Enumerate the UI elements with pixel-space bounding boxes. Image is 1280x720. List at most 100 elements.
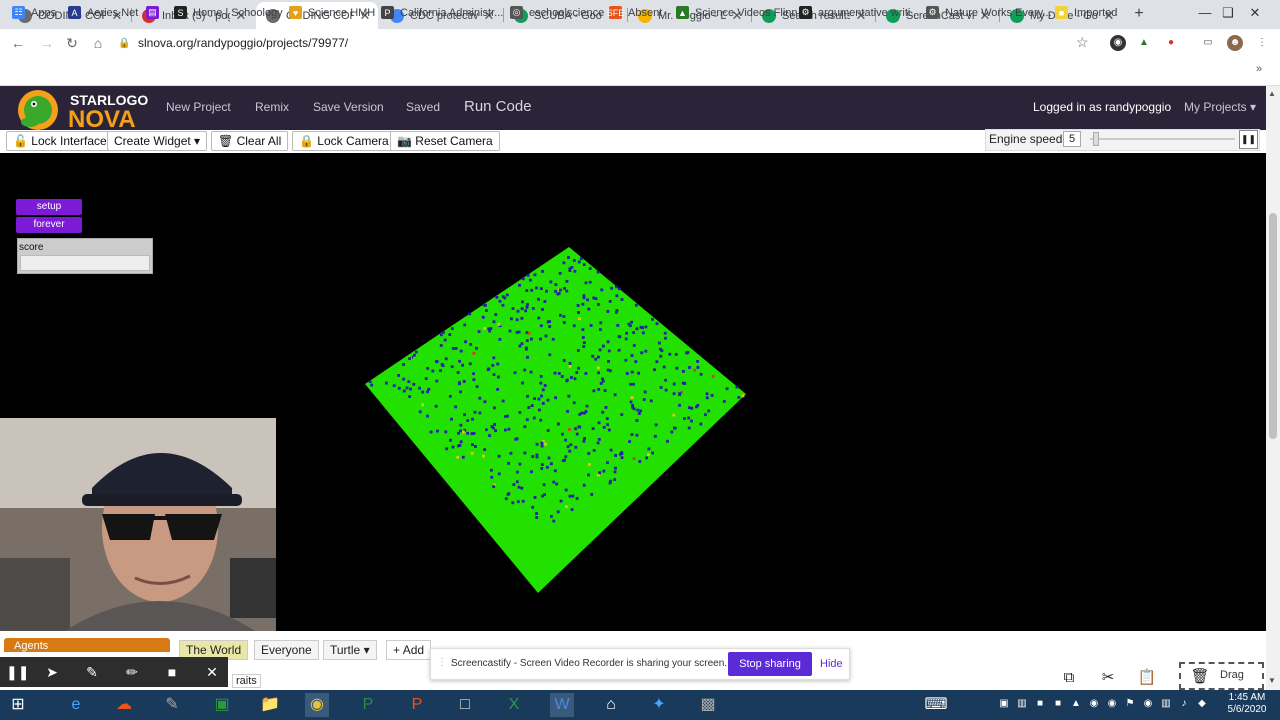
more-bookmarks-icon[interactable]: » (1256, 63, 1262, 75)
blank-document-icon[interactable]: □ (453, 693, 477, 717)
cloud-app-icon[interactable]: ☁ (112, 693, 136, 717)
menu-kebab-icon[interactable]: ⋮ (1254, 35, 1270, 51)
screencastify-icon[interactable]: ● (1163, 35, 1179, 51)
my-projects-dropdown[interactable]: My Projects ▾ (1184, 100, 1256, 114)
tray-icon[interactable]: ◆ (1196, 698, 1208, 710)
excel-icon[interactable]: X (502, 693, 526, 717)
bookmark-2[interactable]: A Aeries.Net (68, 6, 138, 19)
drive-extension-icon[interactable]: ▲ (1136, 35, 1152, 51)
forward-icon[interactable]: → (37, 33, 57, 53)
paste-icon[interactable]: 📋 (1137, 668, 1157, 688)
keyboard-icon[interactable]: ⌨ (922, 693, 950, 717)
bookmark-3[interactable]: ▤ (146, 6, 165, 19)
pause-recording-icon[interactable]: ❚❚ (6, 662, 29, 682)
bookmark-5[interactable]: ♥ Science HMH (289, 6, 375, 19)
tray-icon[interactable]: ◉ (1088, 698, 1100, 710)
terrain-world[interactable] (365, 247, 746, 593)
powerpoint-icon[interactable]: P (405, 693, 429, 717)
scroll-down-arrow[interactable]: ▼ (1268, 676, 1276, 685)
feather-app-icon[interactable]: ✦ (647, 693, 671, 717)
new-project-link[interactable]: New Project (166, 100, 231, 114)
new-tab-button[interactable]: + (1130, 5, 1148, 23)
hide-button[interactable]: Hide (820, 658, 843, 670)
reload-icon[interactable]: ↻ (62, 33, 82, 53)
bookmark-8[interactable]: SFE Absent (607, 6, 662, 19)
agent-dot (574, 427, 577, 431)
profile-avatar[interactable]: ☻ (1227, 35, 1243, 51)
tray-icon[interactable]: ▲ (1070, 698, 1082, 710)
pause-icon[interactable]: ❚❚ (1239, 130, 1258, 149)
tray-icon[interactable]: ▥ (1016, 698, 1028, 710)
close-icon[interactable]: ✕ (202, 662, 222, 682)
scrollbar-thumb[interactable] (1269, 213, 1277, 439)
tray-icon[interactable]: ◉ (1106, 698, 1118, 710)
webcam-toggle-icon[interactable]: ■ (162, 662, 182, 682)
agent-dot (561, 459, 565, 463)
traits-tab[interactable]: raits (232, 674, 261, 688)
lock-interface-button[interactable]: 🔓 Lock Interface (6, 131, 114, 151)
close-window-button[interactable]: ✕ (1240, 0, 1270, 29)
tray-icon[interactable]: ⚑ (1124, 698, 1136, 710)
window-app-icon[interactable]: ▩ (696, 693, 720, 717)
pen-app-icon[interactable]: ✎ (160, 693, 184, 717)
extension-icon[interactable]: ◉ (1110, 35, 1126, 51)
pen-icon[interactable]: ✎ (82, 662, 102, 682)
agent-dot (705, 392, 709, 396)
scroll-up-arrow[interactable]: ▲ (1268, 89, 1276, 98)
bookmark-6[interactable]: P California Administr... (381, 6, 503, 19)
copy-icon[interactable]: ⧉ (1059, 668, 1079, 688)
bookmark-10[interactable]: ⚙ argumentative writi... (799, 6, 919, 19)
chrome-icon[interactable]: ◉ (305, 693, 329, 717)
word-icon[interactable]: W (550, 693, 574, 717)
create-widget-button[interactable]: Create Widget ▾ (107, 131, 208, 151)
cast-icon[interactable]: ▭ (1200, 35, 1216, 51)
clear-all-button[interactable]: 🗑 Clear All (211, 131, 289, 151)
file-explorer-icon[interactable]: 📁 (258, 693, 282, 717)
publisher-icon[interactable]: P (356, 693, 380, 717)
remix-link[interactable]: Remix (255, 100, 289, 114)
agent-dot (585, 404, 589, 408)
save-version-link[interactable]: Save Version (313, 100, 384, 114)
add-breed-button[interactable]: + Add (386, 640, 432, 660)
restore-button[interactable]: ❑ (1213, 0, 1243, 29)
home-icon[interactable]: ⌂ (88, 33, 108, 53)
bookmark-7[interactable]: ◎ eschoolscience (510, 6, 604, 19)
highlighter-icon[interactable]: ✏ (122, 662, 142, 682)
tray-icon[interactable]: ▥ (1160, 698, 1172, 710)
agent-dot (741, 394, 745, 398)
address-bar[interactable]: 🔒 slnova.org/randypoggio/projects/79977/ (118, 32, 1098, 54)
home-app-icon[interactable]: ⌂ (599, 693, 623, 717)
cursor-icon[interactable]: ➤ (42, 662, 62, 682)
reset-camera-button[interactable]: 📷 Reset Camera (390, 131, 500, 151)
tray-icon[interactable]: ◉ (1142, 698, 1154, 710)
bookmark-1[interactable]: ☷ Apps (12, 6, 56, 19)
bookmark-9[interactable]: ▲ Science Videos Flinn (676, 6, 798, 19)
agent-dot (450, 365, 454, 369)
windows-start-icon[interactable]: ⊞ (6, 693, 30, 717)
forever-button[interactable]: forever (16, 217, 82, 233)
agent-dot (517, 330, 521, 334)
tray-icon[interactable]: ♪ (1178, 698, 1190, 710)
system-clock[interactable]: 1:45 AM 5/6/2020 (1220, 692, 1274, 716)
tray-icon[interactable]: ■ (1052, 698, 1064, 710)
tray-icon[interactable]: ■ (1034, 698, 1046, 710)
scissors-icon[interactable]: ✂ (1098, 668, 1118, 688)
tab-turtle[interactable]: Turtle ▾ (323, 640, 377, 660)
internet-explorer-icon[interactable]: e (64, 693, 88, 717)
back-icon[interactable]: ← (8, 33, 28, 53)
engine-speed-value[interactable]: 5 (1063, 131, 1081, 147)
bookmark-11[interactable]: ⚙ Nature Works Every... (926, 6, 1052, 19)
green-app-icon[interactable]: ▣ (210, 693, 234, 717)
bookmark-4[interactable]: S Home | Schoology (174, 6, 283, 19)
setup-button[interactable]: setup (16, 199, 82, 215)
agent-dot (543, 300, 547, 303)
tab-everyone[interactable]: Everyone (254, 640, 319, 660)
engine-speed-slider-handle[interactable] (1093, 132, 1099, 146)
run-code-button[interactable]: Run Code (464, 98, 532, 115)
bookmark-star-icon[interactable]: ☆ (1076, 34, 1089, 51)
lock-camera-button[interactable]: 🔒 Lock Camera (292, 131, 396, 151)
engine-speed-slider-track[interactable] (1090, 138, 1235, 140)
bookmark-12[interactable]: ■ Imported (1055, 6, 1117, 19)
stop-sharing-button[interactable]: Stop sharing (728, 652, 812, 676)
tray-icon[interactable]: ▣ (998, 698, 1010, 710)
